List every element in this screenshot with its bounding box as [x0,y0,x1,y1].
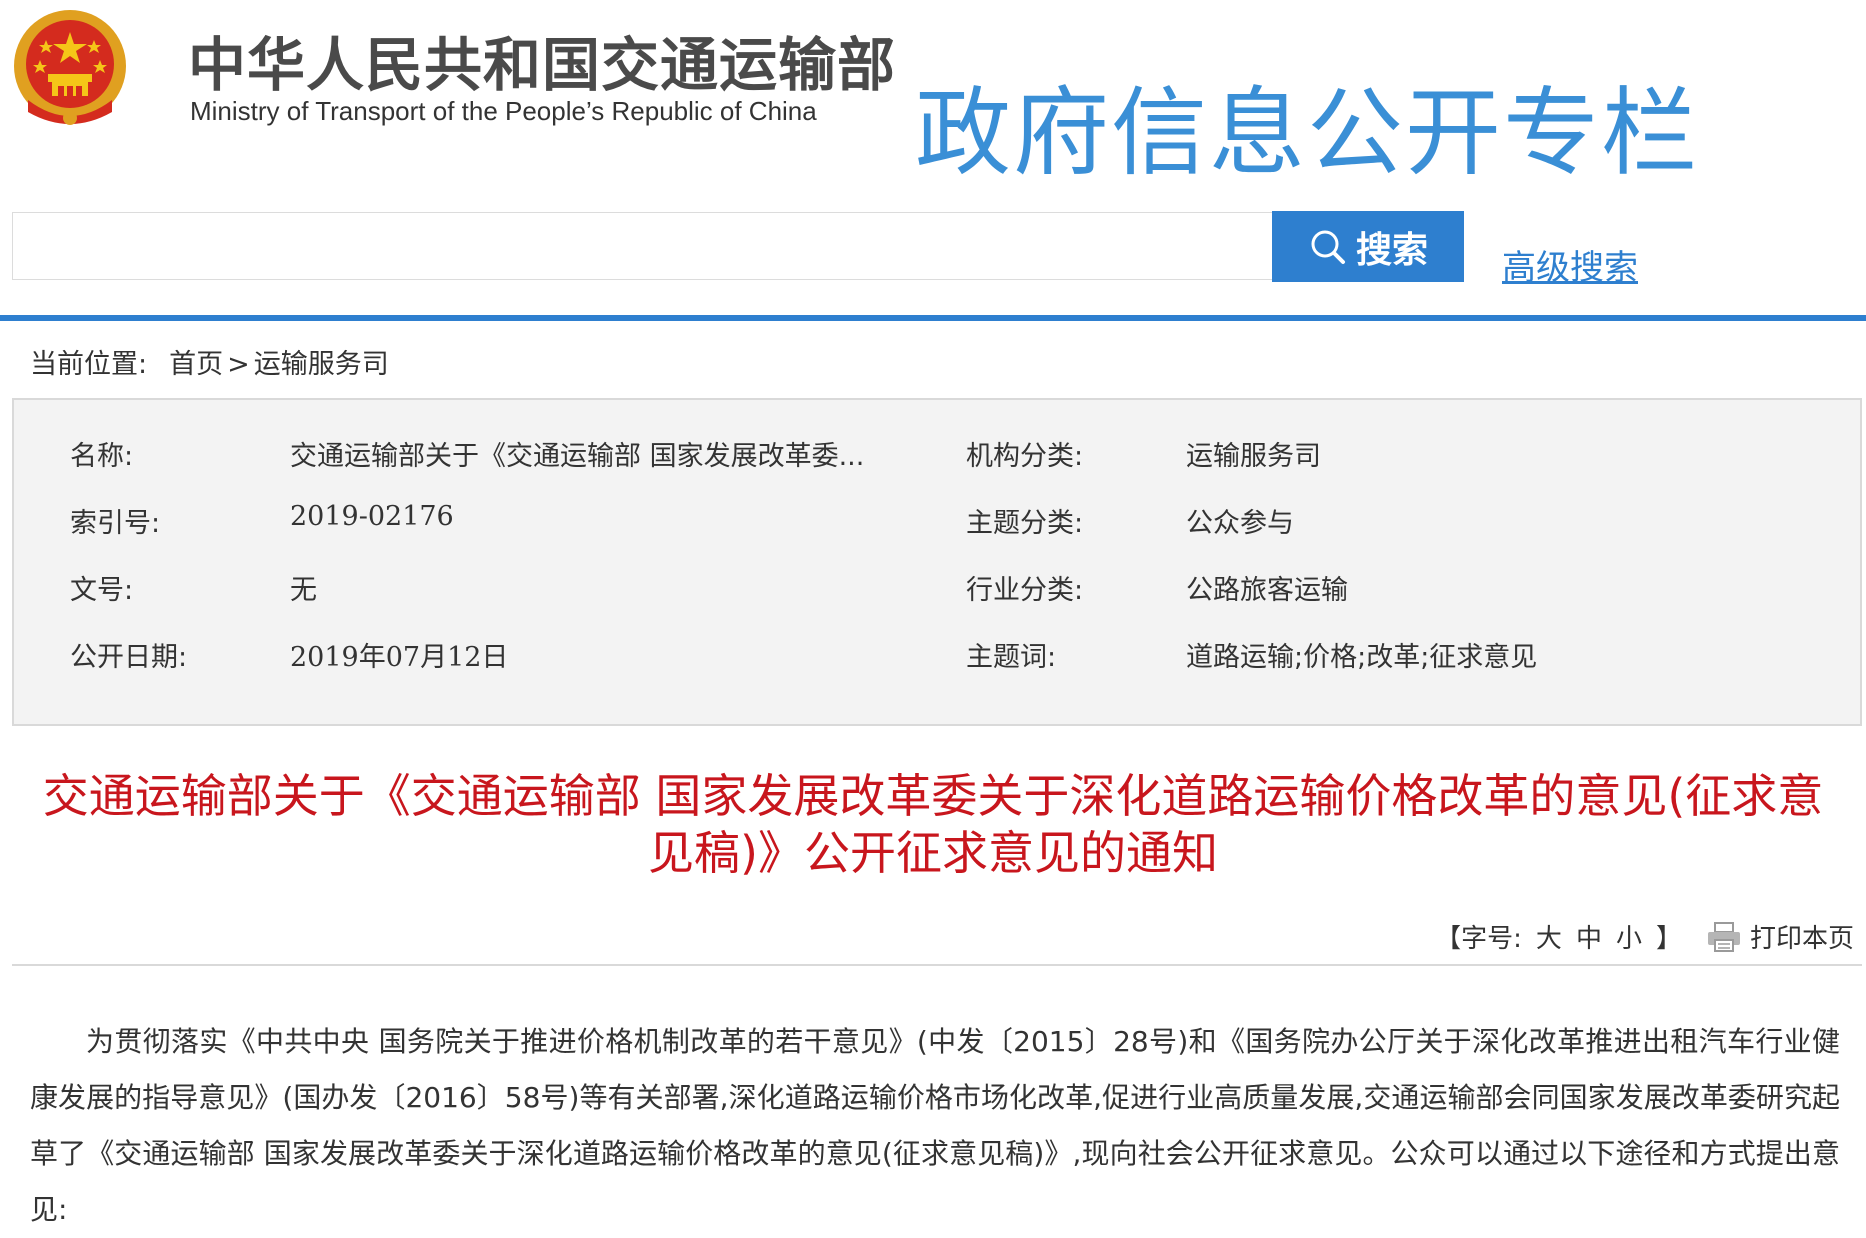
ministry-name-en: Ministry of Transport of the People’s Re… [190,96,817,126]
info-date-value: 2019年07月12日 [290,642,509,673]
info-docno-value: 无 [290,575,317,606]
printer-icon[interactable] [1706,921,1742,953]
breadcrumb-current-link[interactable]: 运输服务司 [254,349,389,380]
article-body-paragraph: 为贯彻落实《中共中央 国务院关于推进价格机制改革的若干意见》(中发〔2015〕2… [30,1025,1840,1226]
font-size-label: 【字号: [1435,924,1522,954]
breadcrumb: 当前位置: 首页 > 运输服务司 [30,342,389,381]
site-header: 中华人民共和国交通运输部 Ministry of Transport of th… [0,0,1866,200]
document-info-panel: 名称: 交通运输部关于《交通运输部 国家发展改革委... 机构分类: 运输服务司… [12,398,1862,726]
info-index-label: 索引号: [70,508,161,539]
article-title: 交通运输部关于《交通运输部 国家发展改革委关于深化道路运输价格改革的意见(征求意… [42,769,1824,880]
info-keywords-value: 道路运输;价格;改革;征求意见 [1186,642,1538,673]
font-size-bracket-close: 】 [1655,924,1682,954]
info-keywords-label: 主题词: [966,642,1057,673]
breadcrumb-label: 当前位置: [30,349,148,380]
search-input[interactable] [12,212,1272,280]
column-title: 政府信息公开专栏 [915,77,1699,189]
header-divider [0,315,1866,321]
info-name-value: 交通运输部关于《交通运输部 国家发展改革委... [290,441,865,472]
info-topic-value: 公众参与 [1186,508,1294,539]
breadcrumb-separator: > [227,349,250,380]
info-industry-value: 公路旅客运输 [1186,575,1348,606]
info-index-value: 2019-02176 [290,501,454,532]
print-page-link[interactable]: 打印本页 [1750,918,1854,955]
info-org-value: 运输服务司 [1186,441,1321,472]
ministry-name-cn: 中华人民共和国交通运输部 [188,31,897,99]
info-topic-label: 主题分类: [966,508,1084,539]
info-date-label: 公开日期: [70,642,188,673]
search-button[interactable]: 搜索 [1272,211,1464,282]
breadcrumb-home-link[interactable]: 首页 [169,349,223,380]
info-org-label: 机构分类: [966,441,1084,472]
article-tools: 【字号: 大 中 小 】 打印本页 [1435,918,1854,955]
title-divider [12,964,1862,966]
font-size-small-button[interactable]: 小 [1616,918,1642,955]
info-docno-label: 文号: [70,575,134,606]
advanced-search-link[interactable]: 高级搜索 [1502,240,1638,289]
national-emblem-icon [14,10,126,125]
font-size-medium-button[interactable]: 中 [1576,918,1602,955]
info-name-label: 名称: [70,441,134,472]
font-size-large-button[interactable]: 大 [1536,918,1562,955]
search-button-label: 搜索 [1355,229,1428,271]
info-industry-label: 行业分类: [966,575,1084,606]
search-icon [1311,230,1345,264]
